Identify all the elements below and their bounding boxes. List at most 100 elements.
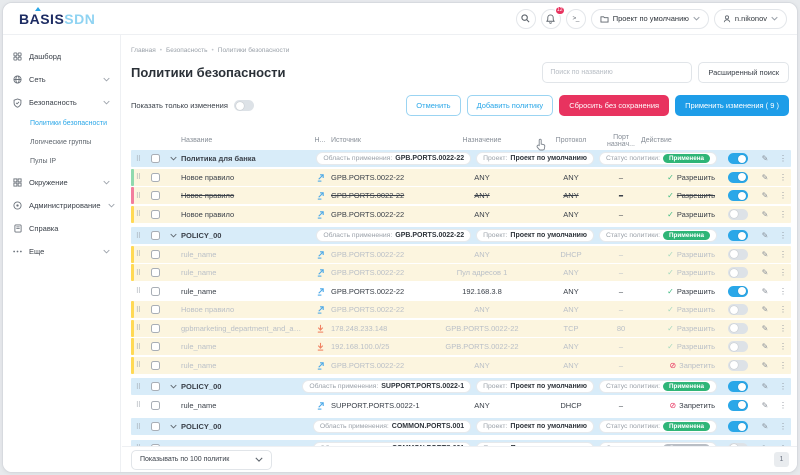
sidebar-subitem-3-3[interactable]: Пулы IP [3,152,120,171]
row-checkbox[interactable] [151,361,160,370]
sidebar-item-5[interactable]: Администрирование [3,194,120,217]
row-checkbox[interactable] [151,324,160,333]
row-checkbox[interactable] [151,422,160,431]
drag-handle[interactable]: ⠿ [131,155,145,163]
cancel-button[interactable]: Отменить [406,95,460,116]
sidebar-item-2[interactable]: Сеть [3,68,120,91]
row-menu-icon[interactable]: ⋮ [775,191,791,200]
breadcrumb-security[interactable]: Безопасность [166,47,207,54]
reset-button[interactable]: Сбросить без сохранения [559,95,669,116]
project-selector[interactable]: Проект по умолчанию [591,9,709,29]
column-header-direction[interactable]: Н... [309,137,331,144]
expand-chevron-icon[interactable] [165,156,181,161]
row-checkbox[interactable] [151,342,160,351]
row-enable-toggle[interactable] [728,323,748,334]
row-menu-icon[interactable]: ⋮ [775,324,791,333]
edit-pencil-icon[interactable]: ✎ [755,361,775,370]
row-enable-toggle[interactable] [728,230,748,241]
row-enable-toggle[interactable] [728,249,748,260]
row-checkbox[interactable] [151,268,160,277]
row-menu-icon[interactable]: ⋮ [775,173,791,182]
sidebar-item-7[interactable]: Еще [3,240,120,263]
column-header-destination[interactable]: Назначение [423,137,541,144]
row-checkbox[interactable] [151,231,160,240]
row-menu-icon[interactable]: ⋮ [775,305,791,314]
edit-pencil-icon[interactable]: ✎ [755,173,775,182]
show-changes-toggle[interactable] [234,100,254,111]
sidebar-item-3[interactable]: Безопасность [3,91,120,114]
row-enable-toggle[interactable] [728,286,748,297]
row-menu-icon[interactable]: ⋮ [775,422,791,431]
row-checkbox[interactable] [151,401,160,410]
edit-pencil-icon[interactable]: ✎ [755,382,775,391]
edit-pencil-icon[interactable]: ✎ [755,250,775,259]
apply-button[interactable]: Применить изменения ( 9 ) [675,95,789,116]
row-checkbox[interactable] [151,250,160,259]
column-header-protocol[interactable]: Протокол [541,137,601,144]
sidebar-subitem-3-1[interactable]: Политики безопасности [3,114,120,133]
row-enable-toggle[interactable] [728,304,748,315]
column-header-source[interactable]: Источник [331,137,423,144]
drag-handle[interactable]: ⠿ [131,401,145,409]
edit-pencil-icon[interactable]: ✎ [755,268,775,277]
row-enable-toggle[interactable] [728,341,748,352]
row-menu-icon[interactable]: ⋮ [775,154,791,163]
drag-handle[interactable]: ⠿ [131,383,145,391]
sidebar-item-1[interactable]: Дашборд [3,45,120,68]
edit-pencil-icon[interactable]: ✎ [755,305,775,314]
user-menu[interactable]: n.nikonov [714,9,787,29]
row-checkbox[interactable] [151,191,160,200]
search-button[interactable] [516,9,536,29]
add-policy-button[interactable]: Добавить политику [467,95,554,116]
advanced-search-button[interactable]: Расширенный поиск [698,62,789,83]
expand-chevron-icon[interactable] [165,384,181,389]
expand-chevron-icon[interactable] [165,233,181,238]
row-menu-icon[interactable]: ⋮ [775,268,791,277]
row-enable-toggle[interactable] [728,400,748,411]
edit-pencil-icon[interactable]: ✎ [755,342,775,351]
row-enable-toggle[interactable] [728,172,748,183]
drag-handle[interactable]: ⠿ [131,423,145,431]
row-menu-icon[interactable]: ⋮ [775,250,791,259]
row-enable-toggle[interactable] [728,360,748,371]
row-checkbox[interactable] [151,287,160,296]
notifications-button[interactable]: 12 [541,9,561,29]
row-enable-toggle[interactable] [728,381,748,392]
pagination-page-1[interactable]: 1 [774,452,789,467]
column-header-port[interactable]: Порт назнач... [601,134,641,148]
row-checkbox[interactable] [151,154,160,163]
edit-pencil-icon[interactable]: ✎ [755,422,775,431]
terminal-button[interactable]: >_ [566,9,586,29]
sidebar-item-6[interactable]: Справка [3,217,120,240]
row-menu-icon[interactable]: ⋮ [775,231,791,240]
row-menu-icon[interactable]: ⋮ [775,361,791,370]
row-checkbox[interactable] [151,382,160,391]
page-size-select[interactable]: Показывать по 100 политик [131,450,272,470]
row-menu-icon[interactable]: ⋮ [775,210,791,219]
edit-pencil-icon[interactable]: ✎ [755,324,775,333]
row-menu-icon[interactable]: ⋮ [775,287,791,296]
search-input[interactable] [542,62,692,83]
row-enable-toggle[interactable] [728,209,748,220]
sidebar-item-4[interactable]: Окружение [3,171,120,194]
edit-pencil-icon[interactable]: ✎ [755,231,775,240]
row-enable-toggle[interactable] [728,190,748,201]
edit-pencil-icon[interactable]: ✎ [755,154,775,163]
expand-chevron-icon[interactable] [165,424,181,429]
row-enable-toggle[interactable] [728,267,748,278]
row-menu-icon[interactable]: ⋮ [775,382,791,391]
sidebar-subitem-3-2[interactable]: Логические группы [3,133,120,152]
drag-handle[interactable]: ⠿ [131,287,145,295]
row-checkbox[interactable] [151,173,160,182]
breadcrumb-home[interactable]: Главная [131,47,156,54]
row-menu-icon[interactable]: ⋮ [775,342,791,351]
row-checkbox[interactable] [151,210,160,219]
row-menu-icon[interactable]: ⋮ [775,401,791,410]
row-enable-toggle[interactable] [728,421,748,432]
drag-handle[interactable]: ⠿ [131,232,145,240]
edit-pencil-icon[interactable]: ✎ [755,287,775,296]
column-header-name[interactable]: Название [181,137,309,144]
edit-pencil-icon[interactable]: ✎ [755,191,775,200]
row-checkbox[interactable] [151,305,160,314]
row-enable-toggle[interactable] [728,153,748,164]
